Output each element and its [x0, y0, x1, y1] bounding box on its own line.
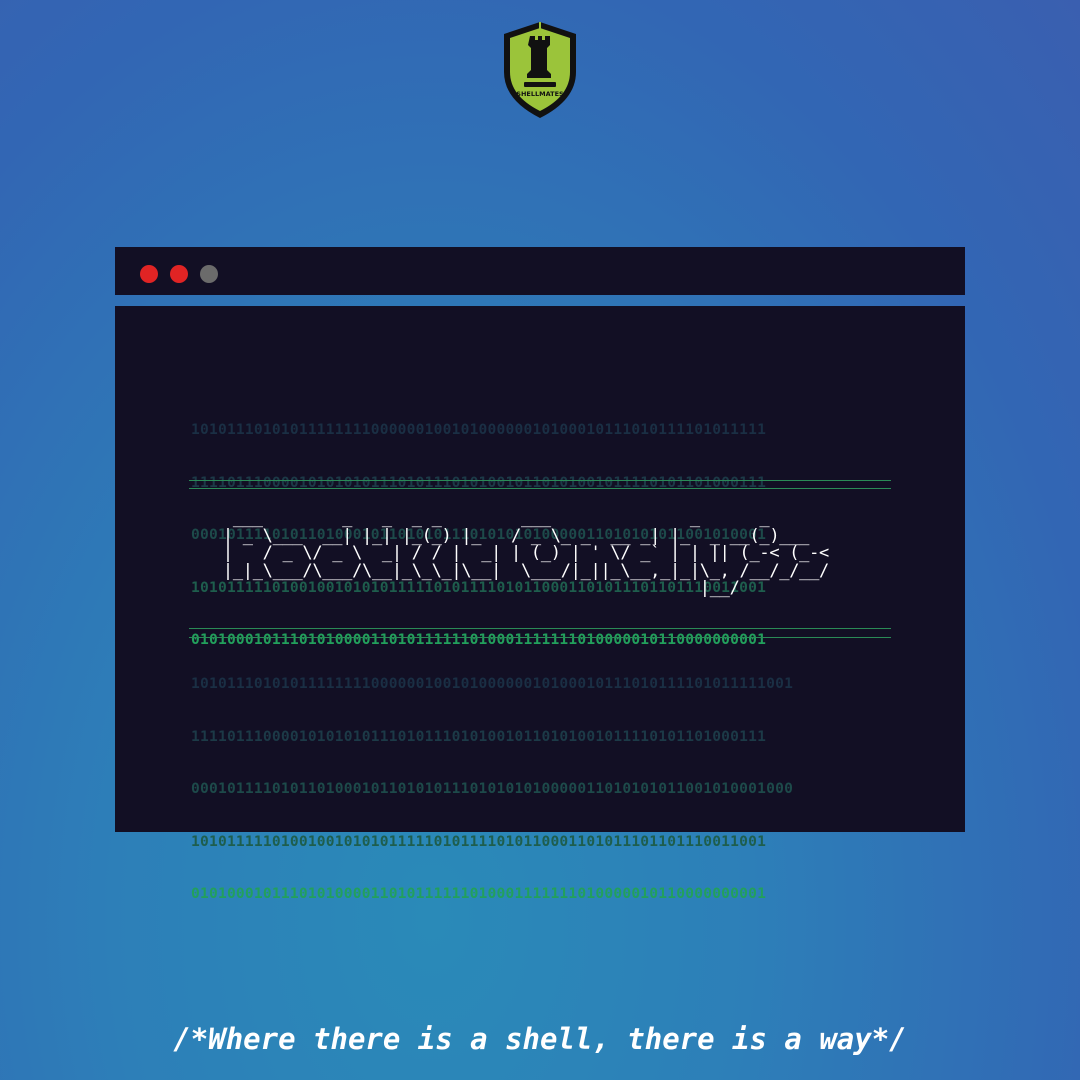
maximize-button[interactable] — [200, 265, 218, 283]
divider — [189, 637, 891, 638]
tagline: /*Where there is a shell, there is a way… — [173, 1022, 907, 1056]
binary-block-bottom: 1010111010101111111100000010010100000010… — [191, 640, 793, 938]
binary-line: 0101000101110101000011010111111010001111… — [191, 885, 767, 902]
divider — [189, 488, 891, 489]
binary-line: 1010111010101111111100000010010100000010… — [191, 675, 794, 692]
binary-line: 1111011100001010101011101011101010010110… — [191, 727, 767, 745]
logo-text: SHELLMATES — [516, 90, 564, 98]
binary-line: 1010111110100100101010111110101111010110… — [191, 832, 767, 850]
ascii-art-title: ___ _ _ _ _ ___ _ _ | _ \___ __| |_| |_(… — [213, 509, 869, 598]
divider — [189, 480, 891, 481]
shield-icon: SHELLMATES — [504, 22, 576, 118]
binary-line: 1010111010101111111100000010010100000010… — [191, 421, 767, 438]
minimize-button[interactable] — [170, 265, 188, 283]
terminal-window: 1010111010101111111100000010010100000010… — [115, 306, 965, 902]
close-button[interactable] — [140, 265, 158, 283]
terminal-title-bar — [115, 247, 965, 295]
binary-line: 0001011110101101000101101010111010101010… — [191, 780, 794, 797]
ascii-line: |__/ — [213, 578, 829, 598]
divider — [189, 628, 891, 629]
shellmates-logo: SHELLMATES — [502, 20, 578, 120]
